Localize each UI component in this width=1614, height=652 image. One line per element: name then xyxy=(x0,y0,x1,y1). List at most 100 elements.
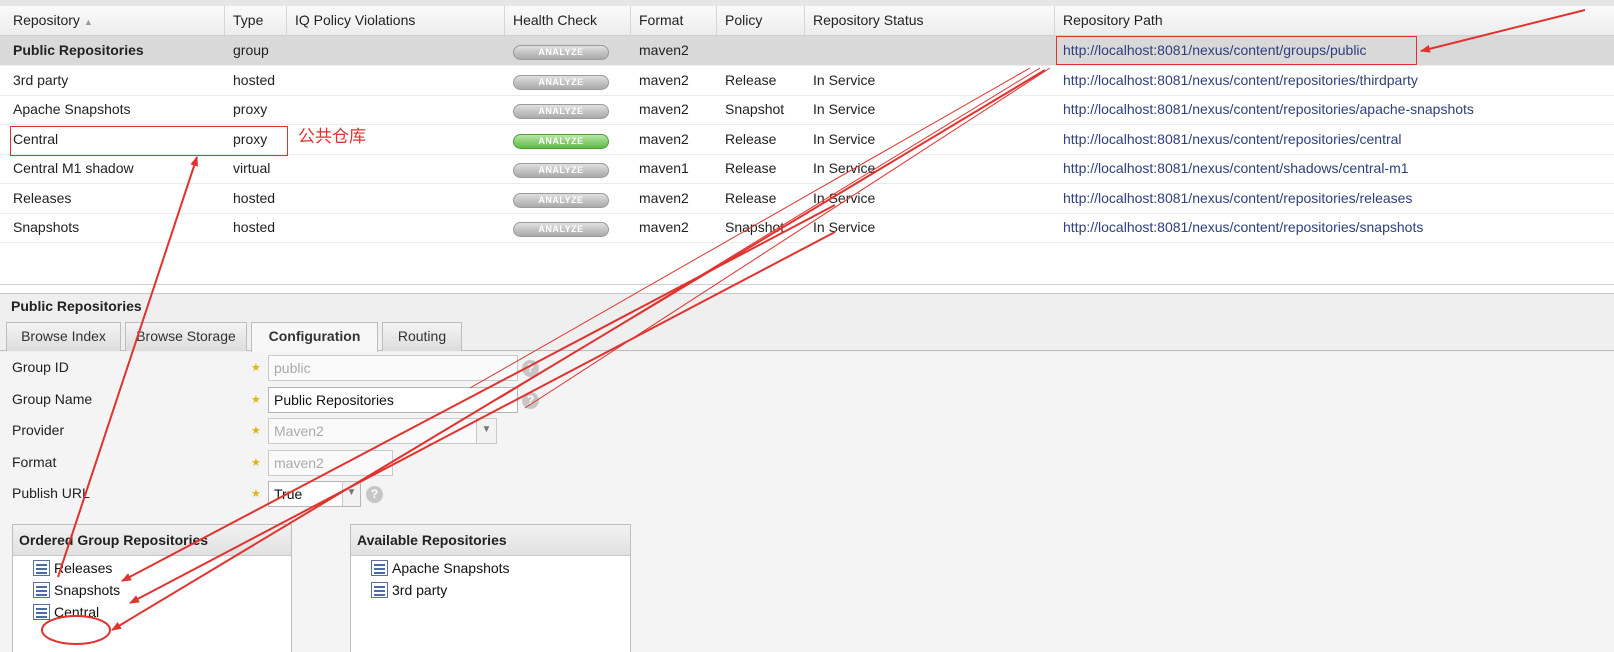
tab-browse-index[interactable]: Browse Index xyxy=(6,322,121,351)
tab-browse-storage[interactable]: Browse Storage xyxy=(125,322,247,351)
chevron-down-icon[interactable]: ▼ xyxy=(476,419,496,443)
col-header-path[interactable]: Repository Path xyxy=(1055,6,1614,35)
cell-health-check: ANALYZE xyxy=(505,213,631,242)
provider-label: Provider xyxy=(12,422,65,438)
cell-format: maven2 xyxy=(639,101,689,117)
cell-status: In Service xyxy=(813,219,876,235)
analyze-button[interactable]: ANALYZE xyxy=(513,133,609,149)
repository-path-link[interactable]: http://localhost:8081/nexus/content/repo… xyxy=(1055,125,1614,154)
table-row[interactable]: Central M1 shadow virtual ANALYZE maven1 Rel… xyxy=(0,154,1614,184)
group-id-field[interactable]: public xyxy=(268,355,518,381)
cell-health-check: ANALYZE xyxy=(505,95,631,124)
cell-iq-policy xyxy=(287,66,505,95)
cell-policy: Release xyxy=(725,189,777,206)
cell-type: hosted xyxy=(233,189,276,206)
col-header-repository[interactable]: Repository ▲ xyxy=(5,6,225,35)
repository-icon xyxy=(371,582,388,598)
provider-select[interactable]: Maven2 ▼ xyxy=(268,418,497,444)
provider-value: Maven2 xyxy=(274,423,324,439)
cell-format: maven2 xyxy=(639,189,689,206)
required-star-icon: ★ xyxy=(251,457,261,469)
required-star-icon: ★ xyxy=(251,362,261,374)
list-item-label: Releases xyxy=(54,560,113,576)
repository-icon xyxy=(33,604,50,620)
table-row[interactable]: 3rd party hosted ANALYZE maven2 Release In Se… xyxy=(0,66,1614,96)
analyze-button[interactable]: ANALYZE xyxy=(513,222,609,237)
format-field[interactable]: maven2 xyxy=(268,450,393,476)
analyze-button[interactable]: ANALYZE xyxy=(513,104,609,119)
repository-path-link[interactable]: http://localhost:8081/nexus/content/repo… xyxy=(1055,95,1614,124)
required-star-icon: ★ xyxy=(251,488,261,500)
table-row[interactable]: Apache Snapshots proxy ANALYZE maven2 Snapsh… xyxy=(0,95,1614,125)
cell-health-check: ANALYZE xyxy=(505,36,631,65)
repository-icon xyxy=(33,582,50,598)
table-row[interactable]: Releases hosted ANALYZE maven2 Release In Ser… xyxy=(0,184,1614,214)
list-item-label: Apache Snapshots xyxy=(392,560,510,576)
format-label: Format xyxy=(12,454,57,470)
cell-status xyxy=(805,36,1055,65)
tab-routing[interactable]: Routing xyxy=(382,322,462,351)
cell-format: maven2 xyxy=(639,42,689,58)
group-name-label: Group Name xyxy=(12,391,93,407)
cell-type: group xyxy=(233,42,269,58)
annotation-highlight-public-path xyxy=(1056,36,1417,65)
col-header-policy[interactable]: Policy xyxy=(717,6,805,35)
cell-health-check: ANALYZE xyxy=(505,66,631,95)
cell-health-check: ANALYZE xyxy=(505,184,631,213)
cell-repository: Apache Snapshots xyxy=(13,101,131,117)
cell-policy: Snapshot xyxy=(725,219,785,235)
col-header-iq-policy[interactable]: IQ Policy Violations xyxy=(287,6,505,35)
tab-bar: Browse Index Browse Storage Configuratio… xyxy=(0,322,1614,352)
chevron-down-icon[interactable]: ▼ xyxy=(342,482,360,506)
publish-url-value: True xyxy=(274,486,303,502)
panel-title: Public Repositories xyxy=(11,298,142,314)
cell-repository: Public Repositories xyxy=(13,42,144,58)
cell-policy: Release xyxy=(725,160,777,176)
available-repositories: Available Repositories Apache Snapshots 3… xyxy=(350,524,631,652)
cell-status: In Service xyxy=(813,101,876,117)
analyze-button[interactable]: ANALYZE xyxy=(513,192,609,208)
sort-asc-icon: ▲ xyxy=(83,17,93,27)
list-item-label: Central xyxy=(54,604,100,620)
analyze-button[interactable]: ANALYZE xyxy=(513,74,609,90)
cell-iq-policy xyxy=(287,36,505,65)
grid-header: Repository ▲ Type IQ Policy Violations He… xyxy=(0,6,1614,36)
cell-status: In Service xyxy=(813,71,876,88)
analyze-button[interactable]: ANALYZE xyxy=(513,163,609,178)
ordered-group-title: Ordered Group Repositories xyxy=(13,525,291,556)
cell-policy: Snapshot xyxy=(725,101,785,117)
group-id-label: Group ID xyxy=(12,359,69,375)
cell-format: maven2 xyxy=(639,219,689,235)
cell-repository: Central M1 shadow xyxy=(13,160,134,176)
repository-path-link[interactable]: http://localhost:8081/nexus/content/repo… xyxy=(1055,184,1614,213)
publish-url-select[interactable]: True ▼ xyxy=(268,481,361,507)
annotation-label: 公共仓库 xyxy=(298,127,366,146)
cell-status: In Service xyxy=(813,130,876,147)
col-header-status[interactable]: Repository Status xyxy=(805,6,1055,35)
group-name-field[interactable]: Public Repositories xyxy=(268,387,518,413)
cell-type: virtual xyxy=(233,160,271,176)
tab-configuration[interactable]: Configuration xyxy=(251,322,378,352)
cell-health-check: ANALYZE xyxy=(505,125,631,154)
available-repositories-title: Available Repositories xyxy=(351,525,630,556)
list-item-label: 3rd party xyxy=(392,582,448,598)
help-icon[interactable]: ? xyxy=(522,360,539,377)
cell-repository: Releases xyxy=(13,189,72,206)
col-header-format[interactable]: Format xyxy=(631,6,717,35)
cell-iq-policy xyxy=(287,95,505,124)
repository-path-link[interactable]: http://localhost:8081/nexus/content/repo… xyxy=(1055,66,1614,95)
cell-policy xyxy=(717,36,805,65)
repository-path-link[interactable]: http://localhost:8081/nexus/content/repo… xyxy=(1055,213,1614,242)
cell-iq-policy xyxy=(287,184,505,213)
col-header-health-check[interactable]: Health Check xyxy=(505,6,631,35)
cell-format: maven2 xyxy=(639,130,689,147)
cell-status: In Service xyxy=(813,189,876,206)
table-row[interactable]: Snapshots hosted ANALYZE maven2 Snapshot In S… xyxy=(0,213,1614,243)
repository-icon xyxy=(33,560,50,576)
help-icon[interactable]: ? xyxy=(366,486,383,503)
help-icon[interactable]: ? xyxy=(522,392,539,409)
col-header-type[interactable]: Type xyxy=(225,6,287,35)
repository-path-link[interactable]: http://localhost:8081/nexus/content/shad… xyxy=(1055,154,1614,183)
publish-url-label: Publish URL xyxy=(12,485,90,501)
analyze-button[interactable]: ANALYZE xyxy=(513,45,609,60)
